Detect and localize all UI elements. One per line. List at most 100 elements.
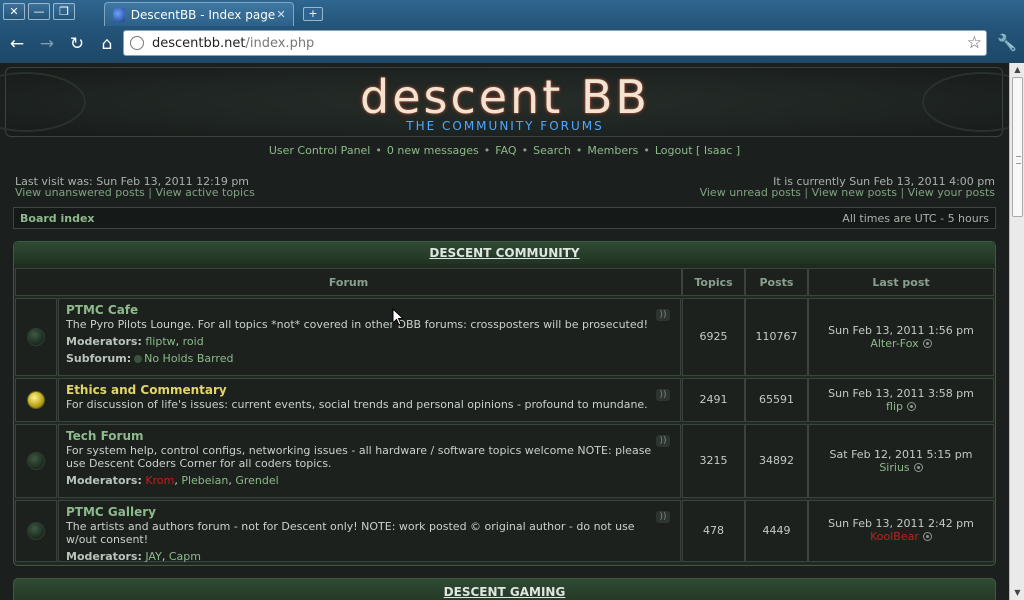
minimize-window-icon[interactable]: — (28, 3, 50, 20)
view-unanswered-link[interactable]: View unanswered posts (15, 186, 145, 199)
maximize-window-icon[interactable]: ❐ (53, 3, 75, 20)
forum-name[interactable]: Tech Forum (66, 430, 666, 443)
rss-feed-icon[interactable]: )) (656, 309, 670, 321)
address-bar[interactable]: descentbb.net/index.php ☆ (123, 30, 987, 56)
nav-logout[interactable]: Logout [ Isaac ] (655, 144, 740, 157)
browser-chrome: ✕ — ❐ DescentBB - Index page ✕ + ← → ↻ ⌂… (0, 0, 1024, 63)
tab-title: DescentBB - Index page (130, 7, 276, 22)
scrollbar-thumb[interactable] (1012, 77, 1023, 217)
forum-body: PTMC Cafe The Pyro Pilots Lounge. For al… (66, 304, 666, 366)
forum-name[interactable]: PTMC Cafe (66, 304, 666, 317)
forum-status-cell (15, 424, 57, 498)
rss-feed-icon[interactable]: )) (656, 389, 670, 401)
moderator-link[interactable]: roid (183, 335, 204, 348)
nav-separator: • (521, 144, 529, 157)
tab-close-icon[interactable]: ✕ (275, 8, 287, 21)
view-new-link[interactable]: View new posts (812, 186, 897, 199)
view-active-link[interactable]: View active topics (155, 186, 254, 199)
info-right: It is currently Sun Feb 13, 2011 4:00 pm… (700, 176, 995, 198)
site-logo[interactable]: descent BB THE COMMUNITY FORUMS (319, 74, 691, 133)
page-info-icon[interactable] (130, 36, 144, 50)
nav-faq[interactable]: FAQ (495, 144, 516, 157)
nav-new-messages[interactable]: 0 new messages (387, 144, 479, 157)
forum-info-cell: Tech Forum For system help, control conf… (58, 424, 681, 498)
moderator-link[interactable]: Krom (145, 474, 174, 487)
last-post-cell: Sun Feb 13, 2011 3:58 pm flip (808, 378, 994, 422)
info-left: Last visit was: Sun Feb 13, 2011 12:19 p… (15, 176, 255, 198)
nav-search[interactable]: Search (533, 144, 571, 157)
forum-info-cell: PTMC Gallery The artists and authors for… (58, 500, 681, 563)
reload-icon[interactable]: ↻ (64, 31, 90, 57)
category-descent-community: DESCENT COMMUNITY Forum Topics Posts Las… (13, 241, 996, 566)
column-topics: Topics (682, 268, 745, 296)
wrench-menu-icon[interactable]: 🔧 (996, 30, 1018, 56)
read-status-icon (27, 522, 45, 540)
moderator-link[interactable]: JAY (145, 550, 161, 563)
column-posts: Posts (745, 268, 808, 296)
url-host: descentbb.net (152, 35, 246, 51)
new-tab-button[interactable]: + (303, 7, 323, 21)
forum-status-cell (15, 378, 57, 422)
rss-feed-icon[interactable]: )) (656, 511, 670, 523)
scroll-down-arrow-icon[interactable]: ▼ (1010, 586, 1024, 600)
bookmark-star-icon[interactable]: ☆ (967, 33, 982, 53)
forward-arrow-icon[interactable]: → (34, 31, 60, 57)
last-post-user[interactable]: Alter-Fox (870, 337, 918, 350)
unread-status-icon (27, 391, 45, 409)
forum-row: PTMC Gallery The artists and authors for… (15, 500, 994, 563)
moderator-link[interactable]: Capm (169, 550, 201, 563)
moderators-line: Moderators: JAY, Capm (66, 550, 201, 563)
nav-separator: • (375, 144, 382, 157)
header-swirl-decoration (922, 72, 1009, 132)
last-post-time: Sun Feb 13, 2011 2:42 pm (828, 517, 974, 530)
moderators-line: Moderators: Krom, Plebeian, Grendel (66, 474, 279, 487)
breadcrumb: Board index All times are UTC - 5 hours (13, 207, 996, 229)
go-to-post-icon[interactable] (906, 402, 916, 411)
forum-status-cell (15, 500, 57, 562)
forum-name[interactable]: PTMC Gallery (66, 506, 666, 519)
topics-count: 6925 (682, 298, 745, 376)
back-arrow-icon[interactable]: ← (4, 31, 30, 57)
browser-tab[interactable]: DescentBB - Index page ✕ (104, 2, 294, 26)
view-unread-link[interactable]: View unread posts (700, 186, 801, 199)
category-descent-gaming[interactable]: DESCENT GAMING (13, 578, 996, 600)
header-swirl-decoration (0, 72, 86, 132)
forum-description: For system help, control configs, networ… (66, 444, 652, 470)
nav-members[interactable]: Members (587, 144, 638, 157)
forum-info-cell: PTMC Cafe The Pyro Pilots Lounge. For al… (58, 298, 681, 376)
moderator-link[interactable]: Plebeian (181, 474, 228, 487)
url-path: /index.php (245, 35, 315, 51)
timezone-text: All times are UTC - 5 hours (842, 211, 989, 225)
forum-row: Tech Forum For system help, control conf… (15, 424, 994, 498)
board-index-link[interactable]: Board index (20, 212, 95, 225)
last-post-cell: Sat Feb 12, 2011 5:15 pm Sirius (808, 424, 994, 498)
forum-body: Ethics and Commentary For discussion of … (66, 384, 666, 412)
last-post-user[interactable]: flip (886, 400, 903, 413)
vertical-scrollbar[interactable]: ▲ ▼ (1009, 63, 1024, 600)
go-to-post-icon[interactable] (913, 463, 923, 472)
moderator-link[interactable]: Grendel (235, 474, 278, 487)
go-to-post-icon[interactable] (922, 339, 932, 348)
subforum-link[interactable]: No Holds Barred (144, 352, 233, 365)
last-post-user[interactable]: KoolBear (870, 530, 919, 543)
forum-row: PTMC Cafe The Pyro Pilots Lounge. For al… (15, 298, 994, 376)
topics-count: 3215 (682, 424, 745, 498)
column-forum: Forum (15, 268, 682, 296)
moderators-label: Moderators: (66, 550, 142, 563)
close-window-icon[interactable]: ✕ (3, 3, 25, 20)
url-text[interactable]: descentbb.net/index.php (152, 36, 967, 51)
rss-feed-icon[interactable]: )) (656, 435, 670, 447)
go-to-post-icon[interactable] (922, 532, 932, 541)
last-post-user[interactable]: Sirius (879, 461, 909, 474)
scroll-up-arrow-icon[interactable]: ▲ (1010, 63, 1024, 77)
topics-count: 2491 (682, 378, 745, 422)
forum-name[interactable]: Ethics and Commentary (66, 384, 666, 397)
moderators-label: Moderators: (66, 474, 142, 487)
topics-count: 478 (682, 500, 745, 562)
nav-user-control-panel[interactable]: User Control Panel (269, 144, 371, 157)
forum-description: The artists and authors forum - not for … (66, 520, 635, 546)
moderator-link[interactable]: fliptw (145, 335, 175, 348)
view-yours-link[interactable]: View your posts (908, 186, 995, 199)
category-title[interactable]: DESCENT COMMUNITY (14, 242, 995, 264)
home-icon[interactable]: ⌂ (94, 31, 120, 57)
